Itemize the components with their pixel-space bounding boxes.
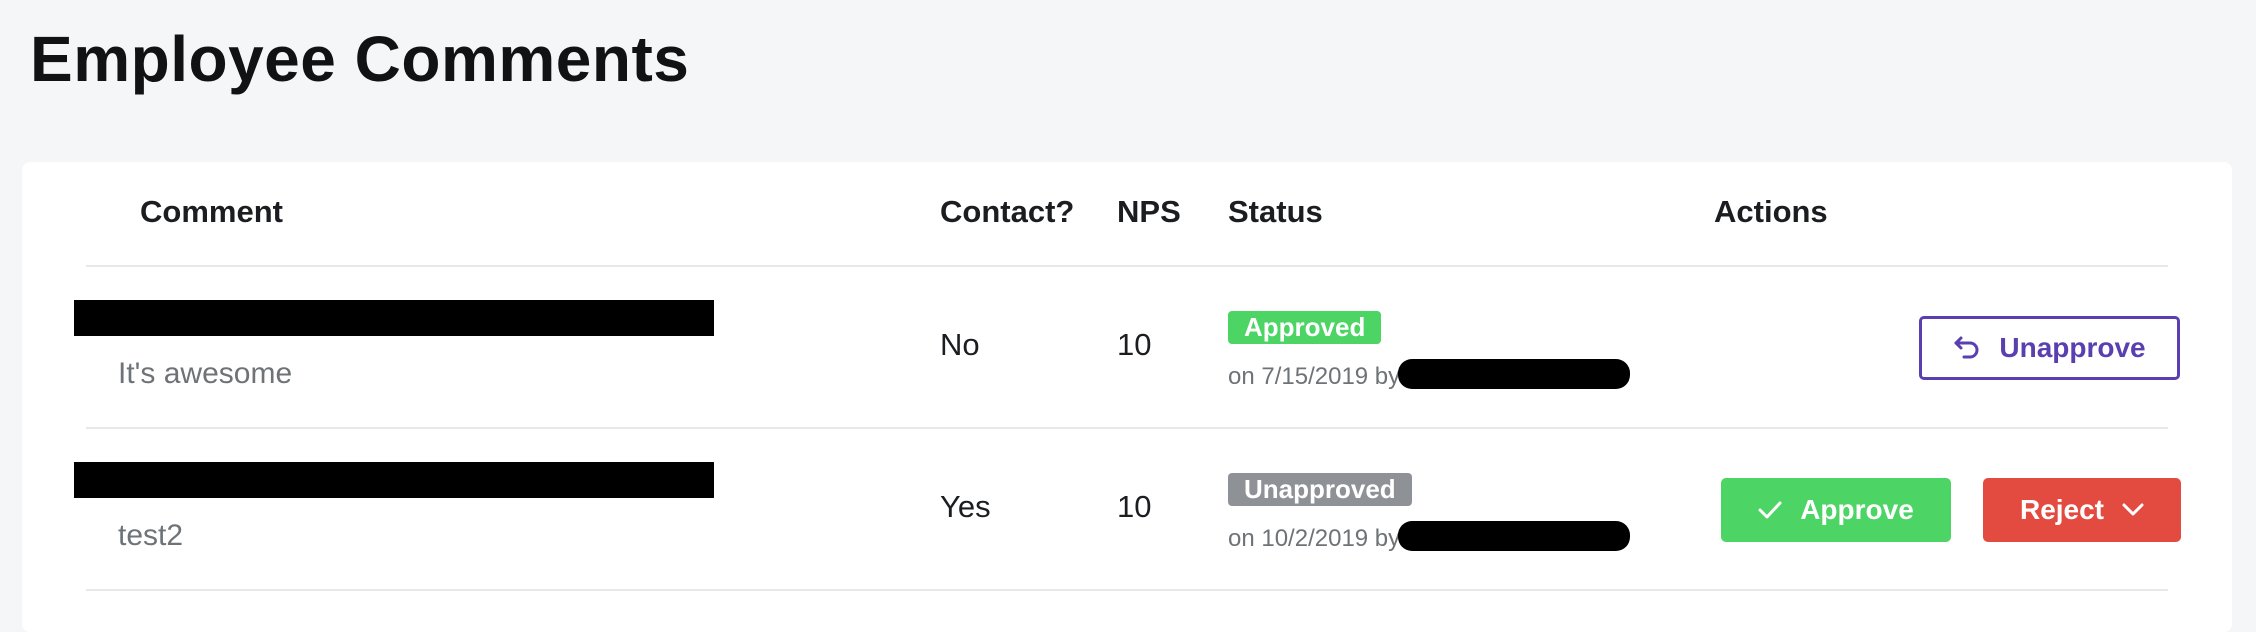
redacted-approver [1398,359,1630,389]
nps-value: 10 [1117,327,1152,362]
reject-dropdown-button[interactable]: Reject [1983,478,2181,542]
header-status: Status [1228,194,1323,229]
check-icon [1758,500,1782,520]
status-meta: on 10/2/2019 by [1228,525,1401,552]
nps-value: 10 [1117,489,1152,524]
table-row: It's awesome No 10 Approved on 7/15/2019… [74,267,2180,429]
table-header: Comment Contact? NPS Status Actions [86,162,2168,267]
comment-text: test2 [118,519,184,552]
chevron-down-icon [2122,503,2144,517]
header-comment: Comment [140,194,283,229]
reject-label: Reject [2019,494,2105,525]
table-row: test2 Yes 10 Unapproved on 10/2/2019 by … [74,429,2181,591]
header-nps: NPS [1117,194,1181,229]
unapprove-button[interactable]: Unapprove [1919,316,2180,380]
page-title: Employee Comments [30,23,690,95]
header-actions: Actions [1714,194,1828,229]
status-badge: Unapproved [1228,473,1412,506]
header-contact: Contact? [940,194,1075,229]
redacted-approver [1398,521,1630,551]
comment-text: It's awesome [118,357,293,390]
comments-card: Comment Contact? NPS Status Actions It's… [22,162,2232,632]
undo-arrow-icon [1953,335,1981,361]
approve-button[interactable]: Approve [1721,478,1951,542]
redacted-author [74,462,714,498]
status-badge: Approved [1228,311,1382,344]
status-meta: on 7/15/2019 by [1228,363,1401,390]
unapprove-label: Unapprove [1999,332,2146,363]
redacted-author [74,300,714,336]
approve-label: Approve [1800,494,1914,525]
contact-value: No [940,327,980,362]
contact-value: Yes [940,489,991,524]
comments-table: Comment Contact? NPS Status Actions It's… [74,162,2181,591]
